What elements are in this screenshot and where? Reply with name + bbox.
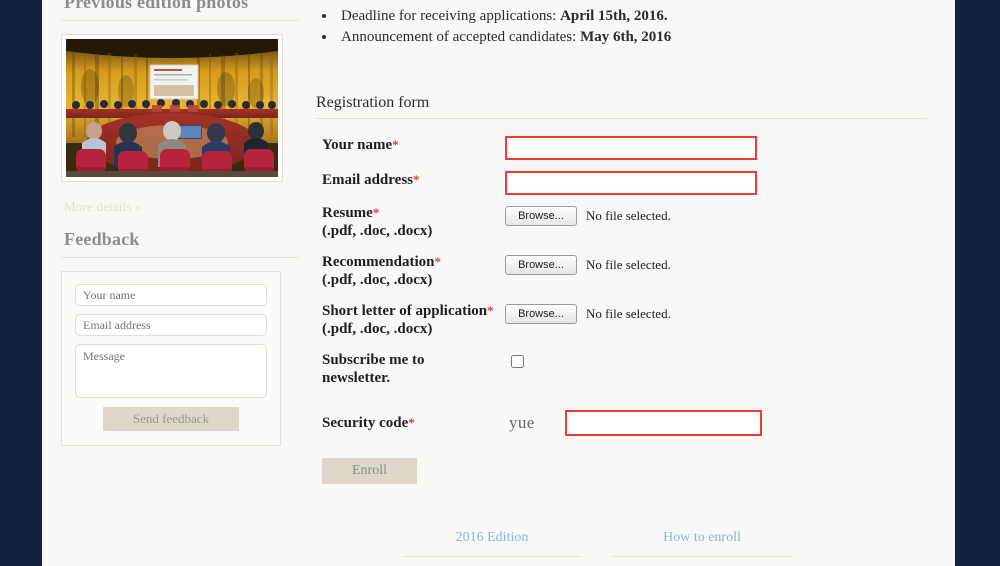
footer-link-how-to-enroll[interactable]: How to enroll bbox=[663, 530, 741, 556]
form-row-name: Your name* bbox=[315, 136, 930, 171]
heading-divider bbox=[61, 20, 299, 21]
deadlines-list: Deadline for receiving applications: Apr… bbox=[315, 0, 930, 48]
subscribe-checkbox[interactable] bbox=[511, 355, 524, 368]
email-label-text: Email address bbox=[322, 172, 413, 188]
deadline-date: May 6th, 2016 bbox=[580, 29, 672, 45]
recommendation-hint: (.pdf, .doc, .docx) bbox=[322, 272, 433, 288]
photo-frame bbox=[61, 34, 283, 182]
captcha-text: yue bbox=[509, 413, 535, 432]
form-row-letter: Short letter of application* (.pdf, .doc… bbox=[315, 302, 930, 351]
footer-link-2016-edition[interactable]: 2016 Edition bbox=[456, 530, 529, 556]
footer: 2016 Edition How to enroll bbox=[402, 528, 842, 557]
name-label: Your name* bbox=[315, 136, 505, 154]
name-input[interactable] bbox=[505, 136, 757, 160]
footer-divider bbox=[612, 556, 792, 557]
enroll-button[interactable]: Enroll bbox=[322, 458, 417, 484]
security-control: yue bbox=[505, 410, 930, 436]
subscribe-label-line2: newsletter. bbox=[322, 370, 391, 386]
resume-label: Resume* (.pdf, .doc, .docx) bbox=[315, 204, 505, 240]
registration-form: Your name* Email address* Resume* (.pdf,… bbox=[315, 119, 930, 484]
more-details-link[interactable]: More details » bbox=[61, 182, 299, 215]
name-control bbox=[505, 136, 930, 160]
previous-photos-heading: Previous edition photos bbox=[64, 0, 249, 12]
letter-hint: (.pdf, .doc, .docx) bbox=[322, 321, 433, 337]
security-code-input[interactable] bbox=[565, 410, 762, 436]
required-star: * bbox=[392, 137, 399, 152]
page-content: Previous edition photos More details » F… bbox=[42, 0, 955, 566]
form-row-resume: Resume* (.pdf, .doc, .docx) Browse... No… bbox=[315, 204, 930, 253]
recommendation-file-status: No file selected. bbox=[586, 257, 671, 272]
feedback-heading-divider bbox=[61, 257, 299, 258]
resume-browse-button[interactable]: Browse... bbox=[505, 206, 577, 226]
recommendation-label-text: Recommendation bbox=[322, 254, 435, 270]
registration-form-title: Registration form bbox=[316, 94, 430, 111]
photo-illustration bbox=[66, 39, 278, 177]
form-row-security: Security code* yue bbox=[315, 399, 930, 447]
subscribe-control bbox=[505, 351, 930, 373]
email-control bbox=[505, 171, 930, 195]
main-content: Deadline for receiving applications: Apr… bbox=[315, 0, 930, 484]
required-star: * bbox=[413, 172, 420, 187]
footer-column-enroll: How to enroll bbox=[612, 528, 792, 557]
feedback-email-input[interactable] bbox=[75, 314, 267, 336]
required-star: * bbox=[408, 415, 415, 430]
list-item: Announcement of accepted candidates: May… bbox=[337, 27, 930, 48]
name-label-text: Your name bbox=[322, 137, 393, 153]
required-star: * bbox=[434, 254, 442, 269]
sidebar: Previous edition photos More details » F… bbox=[61, 0, 299, 446]
form-row-recommendation: Recommendation* (.pdf, .doc, .docx) Brow… bbox=[315, 253, 930, 302]
letter-browse-button[interactable]: Browse... bbox=[505, 304, 577, 324]
feedback-form: Send feedback bbox=[61, 271, 281, 446]
required-star: * bbox=[487, 303, 494, 318]
conference-hall-photo[interactable] bbox=[66, 39, 278, 177]
recommendation-label: Recommendation* (.pdf, .doc, .docx) bbox=[315, 253, 505, 289]
feedback-heading: Feedback bbox=[64, 229, 140, 249]
deadline-text: Deadline for receiving applications: bbox=[341, 8, 561, 24]
letter-label: Short letter of application* (.pdf, .doc… bbox=[315, 302, 505, 338]
required-star: * bbox=[372, 205, 380, 220]
email-input[interactable] bbox=[505, 171, 757, 195]
resume-control: Browse... No file selected. bbox=[505, 204, 930, 226]
letter-label-text: Short letter of application bbox=[322, 303, 488, 319]
security-label-text: Security code bbox=[322, 415, 409, 431]
footer-column-edition: 2016 Edition bbox=[402, 528, 582, 557]
recommendation-browse-button[interactable]: Browse... bbox=[505, 255, 577, 275]
resume-hint: (.pdf, .doc, .docx) bbox=[322, 223, 433, 239]
footer-divider bbox=[402, 556, 582, 557]
resume-file-status: No file selected. bbox=[586, 208, 671, 223]
resume-label-text: Resume bbox=[322, 205, 373, 221]
deadline-date: April 15th, 2016. bbox=[560, 8, 668, 24]
subscribe-label: Subscribe me to newsletter. bbox=[315, 351, 505, 387]
deadline-text: Announcement of accepted candidates: bbox=[341, 29, 581, 45]
email-label: Email address* bbox=[315, 171, 505, 189]
form-row-subscribe: Subscribe me to newsletter. bbox=[315, 351, 930, 399]
enroll-row: Enroll bbox=[315, 447, 930, 484]
send-feedback-button[interactable]: Send feedback bbox=[103, 407, 239, 431]
subscribe-label-line1: Subscribe me to bbox=[322, 352, 425, 368]
form-row-email: Email address* bbox=[315, 171, 930, 204]
letter-control: Browse... No file selected. bbox=[505, 302, 930, 324]
security-label: Security code* bbox=[315, 414, 505, 432]
recommendation-control: Browse... No file selected. bbox=[505, 253, 930, 275]
feedback-message-textarea[interactable] bbox=[75, 344, 267, 398]
letter-file-status: No file selected. bbox=[586, 306, 671, 321]
list-item: Deadline for receiving applications: Apr… bbox=[337, 6, 930, 27]
feedback-name-input[interactable] bbox=[75, 284, 267, 306]
